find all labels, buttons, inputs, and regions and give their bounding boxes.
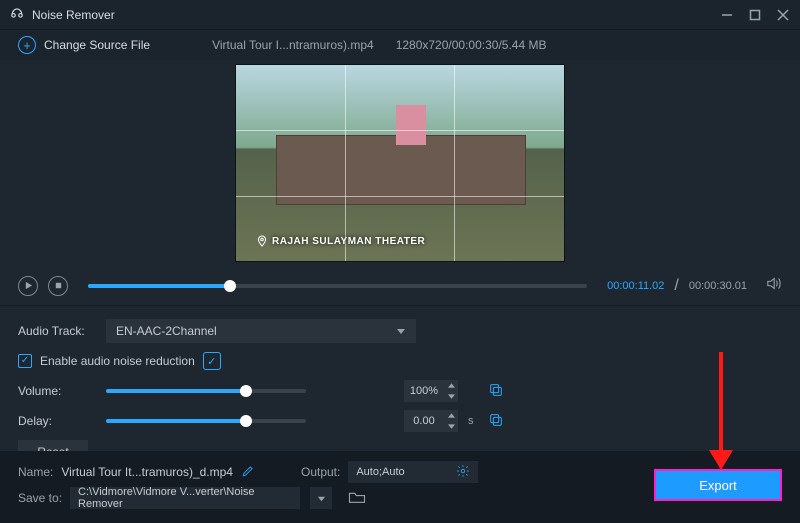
chevron-up-icon xyxy=(448,413,455,418)
source-filename: Virtual Tour I...ntramuros).mp4 xyxy=(212,38,374,52)
volume-slider-fill xyxy=(106,389,246,393)
save-path-field[interactable]: C:\Vidmore\Vidmore V...verter\Noise Remo… xyxy=(70,487,300,509)
volume-row: Volume: 100% xyxy=(18,376,782,406)
delay-row: Delay: 0.00 s xyxy=(18,406,782,436)
change-source-label: Change Source File xyxy=(44,38,150,52)
save-path-value: C:\Vidmore\Vidmore V...verter\Noise Remo… xyxy=(78,486,292,510)
timeline-fill xyxy=(88,284,230,288)
timeline-slider[interactable] xyxy=(88,284,587,288)
noise-reduction-row: Enable audio noise reduction ✓ xyxy=(18,346,782,376)
window-controls xyxy=(720,8,790,22)
gear-icon xyxy=(456,464,470,478)
change-source-button[interactable]: + Change Source File xyxy=(18,36,150,54)
delay-label: Delay: xyxy=(18,414,96,428)
volume-stepper[interactable] xyxy=(444,380,458,402)
save-to-label: Save to: xyxy=(18,491,62,505)
audio-track-label: Audio Track: xyxy=(18,324,96,338)
duration-time: 00:00:30.01 xyxy=(689,280,747,292)
pin-icon xyxy=(256,235,268,247)
chevron-down-icon xyxy=(396,326,406,336)
volume-slider[interactable] xyxy=(106,389,306,393)
output-label: Output: xyxy=(301,465,340,479)
copy-icon xyxy=(488,382,504,398)
audio-track-row: Audio Track: EN-AAC-2Channel xyxy=(18,316,782,346)
preview-scene-accent xyxy=(396,105,426,145)
stop-button[interactable] xyxy=(48,276,68,296)
source-toolbar: + Change Source File Virtual Tour I...nt… xyxy=(0,30,800,60)
controls-panel: Audio Track: EN-AAC-2Channel Enable audi… xyxy=(0,306,800,472)
volume-label: Volume: xyxy=(18,384,96,398)
noise-reduction-icon[interactable]: ✓ xyxy=(203,352,221,370)
noise-reduction-checkbox[interactable] xyxy=(18,354,32,368)
bottom-bar: Name: Virtual Tour It...tramuros)_d.mp4 … xyxy=(0,451,800,523)
app-logo-icon xyxy=(10,6,24,23)
folder-icon xyxy=(348,490,366,504)
volume-value: 100% xyxy=(404,385,444,397)
preview-caption-text: RAJAH SULAYMAN THEATER xyxy=(272,236,425,247)
export-button[interactable]: Export xyxy=(654,469,782,501)
volume-spinner[interactable]: 100% xyxy=(404,380,458,402)
delay-stepper[interactable] xyxy=(444,410,458,432)
delay-slider-knob[interactable] xyxy=(240,415,252,427)
current-time: 00:00:11.02 xyxy=(607,280,664,292)
minimize-button[interactable] xyxy=(720,8,734,22)
copy-icon xyxy=(488,412,504,428)
volume-apply-all-button[interactable] xyxy=(488,382,504,401)
time-separator: / xyxy=(674,277,678,295)
noise-reduction-label: Enable audio noise reduction xyxy=(40,354,195,368)
speaker-icon xyxy=(765,275,782,292)
open-folder-button[interactable] xyxy=(348,490,366,507)
close-button[interactable] xyxy=(776,8,790,22)
stop-icon xyxy=(54,281,63,290)
export-label: Export xyxy=(699,478,737,493)
delay-value: 0.00 xyxy=(404,415,444,427)
play-icon xyxy=(24,281,33,290)
video-preview[interactable]: RAJAH SULAYMAN THEATER xyxy=(235,64,565,262)
name-label: Name: xyxy=(18,465,53,479)
pencil-icon xyxy=(241,464,255,478)
source-metadata: 1280x720/00:00:30/5.44 MB xyxy=(396,38,547,52)
play-button[interactable] xyxy=(18,276,38,296)
titlebar: Noise Remover xyxy=(0,0,800,30)
plus-circle-icon: + xyxy=(18,36,36,54)
output-format-select[interactable]: Auto;Auto xyxy=(348,461,478,483)
preview-scene xyxy=(276,135,526,205)
chevron-down-icon xyxy=(448,424,455,429)
rename-button[interactable] xyxy=(241,464,255,481)
playback-bar: 00:00:11.02 / 00:00:30.01 xyxy=(0,266,800,306)
delay-spinner[interactable]: 0.00 xyxy=(404,410,458,432)
delay-unit: s xyxy=(468,415,478,427)
output-name-value: Virtual Tour It...tramuros)_d.mp4 xyxy=(61,465,233,479)
delay-slider[interactable] xyxy=(106,419,306,423)
volume-slider-knob[interactable] xyxy=(240,385,252,397)
volume-icon-button[interactable] xyxy=(765,275,782,297)
delay-apply-all-button[interactable] xyxy=(488,412,504,431)
preview-caption: RAJAH SULAYMAN THEATER xyxy=(256,235,425,247)
output-settings-button[interactable] xyxy=(456,464,470,481)
maximize-button[interactable] xyxy=(748,8,762,22)
output-format-value: Auto;Auto xyxy=(356,466,450,478)
audio-track-value: EN-AAC-2Channel xyxy=(116,324,217,338)
timeline-knob[interactable] xyxy=(224,280,236,292)
save-path-dropdown[interactable] xyxy=(310,487,332,509)
app-window: Noise Remover + Change Source File Virtu… xyxy=(0,0,800,523)
app-title: Noise Remover xyxy=(32,8,115,22)
titlebar-left: Noise Remover xyxy=(10,6,115,23)
chevron-down-icon xyxy=(317,494,326,503)
chevron-up-icon xyxy=(448,383,455,388)
delay-slider-fill xyxy=(106,419,246,423)
chevron-down-icon xyxy=(448,394,455,399)
audio-track-select[interactable]: EN-AAC-2Channel xyxy=(106,319,416,343)
preview-area: RAJAH SULAYMAN THEATER xyxy=(0,60,800,266)
